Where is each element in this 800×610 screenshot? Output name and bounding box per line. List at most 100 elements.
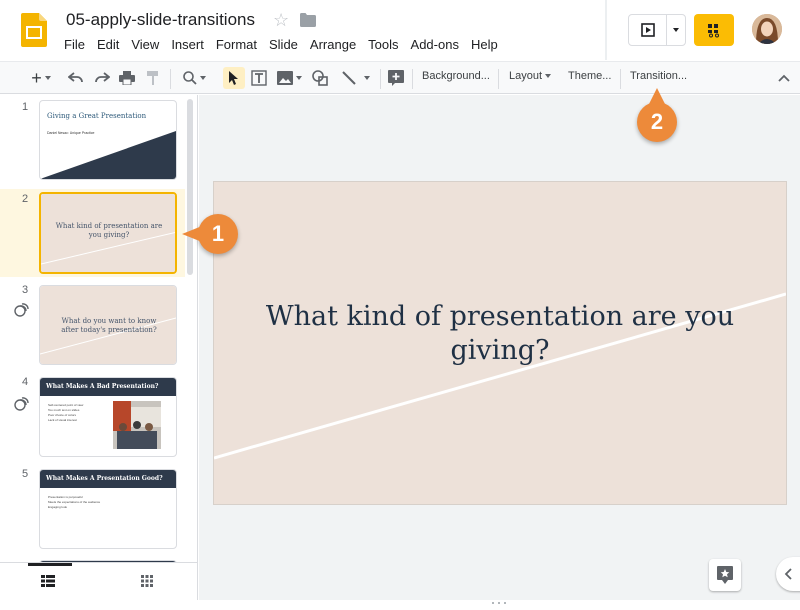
menu-view[interactable]: View	[125, 36, 165, 53]
share-button[interactable]	[694, 14, 734, 46]
motion-icon	[14, 303, 29, 317]
present-dropdown[interactable]	[667, 15, 685, 45]
slide-thumbnail-2[interactable]: What kind of presentation are you giving…	[39, 192, 177, 274]
menu-arrange[interactable]: Arrange	[304, 36, 362, 53]
line-button[interactable]	[338, 67, 374, 89]
select-tool-button[interactable]	[223, 67, 245, 89]
print-icon	[119, 71, 135, 85]
theme-button[interactable]: Theme...	[568, 70, 611, 82]
slide-title-textbox[interactable]: What kind of presentation are you giving…	[244, 300, 756, 368]
plus-icon: +	[31, 67, 42, 88]
new-comment-button[interactable]	[386, 67, 406, 89]
menu-bar: File Edit View Insert Format Slide Arran…	[58, 36, 504, 53]
paint-format-button[interactable]	[143, 67, 163, 89]
step-callout-2: 2	[637, 102, 677, 142]
undo-icon	[68, 72, 83, 83]
redo-icon	[95, 72, 110, 83]
slide-thumbnail-5[interactable]: What Makes A Presentation Good? Presenta…	[39, 469, 177, 549]
current-slide[interactable]: What kind of presentation are you giving…	[214, 182, 786, 504]
callout-2-pointer	[648, 88, 666, 106]
chevron-down-icon	[545, 74, 552, 79]
text-box-icon	[251, 70, 267, 86]
star-icon[interactable]: ☆	[273, 10, 289, 30]
toolbar-divider	[412, 69, 413, 89]
slides-logo-icon[interactable]	[21, 13, 47, 47]
toolbar-divider	[170, 69, 171, 89]
chevron-down-icon	[364, 76, 370, 80]
menu-file[interactable]: File	[58, 36, 91, 53]
slide-thumbnail-3[interactable]: What do you want to know after today's p…	[39, 285, 177, 365]
grid-view-icon[interactable]	[141, 575, 153, 587]
menu-tools[interactable]: Tools	[362, 36, 404, 53]
zoom-button[interactable]	[176, 67, 212, 89]
redo-button[interactable]	[92, 67, 112, 89]
drag-dots-icon	[492, 602, 506, 604]
shape-icon	[312, 70, 328, 86]
chevron-down-icon	[44, 76, 51, 80]
slide-number: 5	[22, 468, 29, 480]
zoom-icon	[182, 71, 197, 85]
slide-3-title: What do you want to know after today's p…	[61, 317, 157, 334]
motion-icon	[14, 397, 29, 411]
header-divider	[605, 0, 607, 60]
cursor-icon	[229, 71, 238, 85]
slide-thumbnail-4[interactable]: What Makes A Bad Presentation? Self-cent…	[39, 377, 177, 457]
explore-button[interactable]	[709, 559, 741, 591]
menu-edit[interactable]: Edit	[91, 36, 125, 53]
insert-image-button[interactable]	[274, 67, 304, 89]
menu-insert[interactable]: Insert	[165, 36, 210, 53]
slide-filmstrip[interactable]: 1 Giving a Great Presentation Daniel Nes…	[0, 95, 198, 562]
present-button[interactable]	[629, 15, 667, 45]
active-view-indicator	[28, 563, 72, 566]
toolbar-divider	[620, 69, 621, 89]
slide-number: 4	[22, 376, 29, 388]
user-avatar-icon	[752, 14, 782, 44]
add-comment-icon	[388, 70, 404, 86]
slide-5-bullets: Presentation is purposeful Meets the exp…	[48, 495, 100, 510]
document-title[interactable]: 05-apply-slide-transitions	[66, 10, 255, 30]
people-icon	[708, 24, 719, 38]
menu-help[interactable]: Help	[465, 36, 504, 53]
text-box-button[interactable]	[249, 67, 269, 89]
menu-addons[interactable]: Add-ons	[405, 36, 465, 53]
callout-1-pointer	[182, 226, 202, 242]
print-button[interactable]	[117, 67, 137, 89]
slide-editor-canvas[interactable]: What kind of presentation are you giving…	[199, 95, 800, 604]
collapse-toolbar-button[interactable]	[774, 67, 794, 89]
bullet: Lack of visual interest	[48, 418, 77, 422]
avatar[interactable]	[752, 14, 782, 44]
toolbar-divider	[380, 69, 381, 89]
slide-4-title: What Makes A Bad Presentation?	[46, 383, 159, 390]
slide-number: 3	[22, 284, 29, 296]
toolbar-divider	[498, 69, 499, 89]
shape-button[interactable]	[310, 67, 330, 89]
slide-1-title: Giving a Great Presentation	[47, 112, 147, 120]
slide-2-title: What kind of presentation are you giving…	[55, 222, 163, 239]
step-callout-1: 1	[198, 214, 238, 254]
slide-4-photo	[113, 401, 161, 449]
resize-handle[interactable]	[490, 592, 508, 604]
menu-format[interactable]: Format	[210, 36, 263, 53]
line-icon	[342, 71, 356, 85]
layout-label: Layout	[509, 70, 543, 82]
transition-button[interactable]: Transition...	[630, 70, 687, 82]
background-button[interactable]: Background...	[422, 70, 490, 82]
chevron-up-icon	[778, 74, 790, 82]
slide-4-bullets: Self-centered point of view Too much tex…	[48, 403, 83, 423]
new-slide-button[interactable]: +	[24, 67, 58, 89]
menu-slide[interactable]: Slide	[263, 36, 304, 53]
explore-icon	[717, 566, 733, 584]
undo-button[interactable]	[66, 67, 86, 89]
folder-icon[interactable]	[300, 13, 316, 27]
app-header: 05-apply-slide-transitions ☆ File Edit V…	[0, 0, 800, 60]
filmstrip-scrollbar[interactable]	[187, 99, 193, 275]
slide-number: 2	[22, 193, 29, 205]
slide-thumbnail-1[interactable]: Giving a Great Presentation Daniel Nesac…	[39, 100, 177, 180]
layout-button[interactable]: Layout	[509, 70, 552, 82]
slide-5-title: What Makes A Presentation Good?	[46, 475, 163, 482]
image-icon	[276, 71, 293, 85]
slide-1-subtitle: Daniel Nesac: Unique Practice	[47, 131, 95, 135]
slide-number: 1	[22, 101, 29, 113]
filmstrip-view-icon[interactable]	[41, 575, 55, 587]
side-panel-toggle[interactable]	[776, 557, 800, 591]
